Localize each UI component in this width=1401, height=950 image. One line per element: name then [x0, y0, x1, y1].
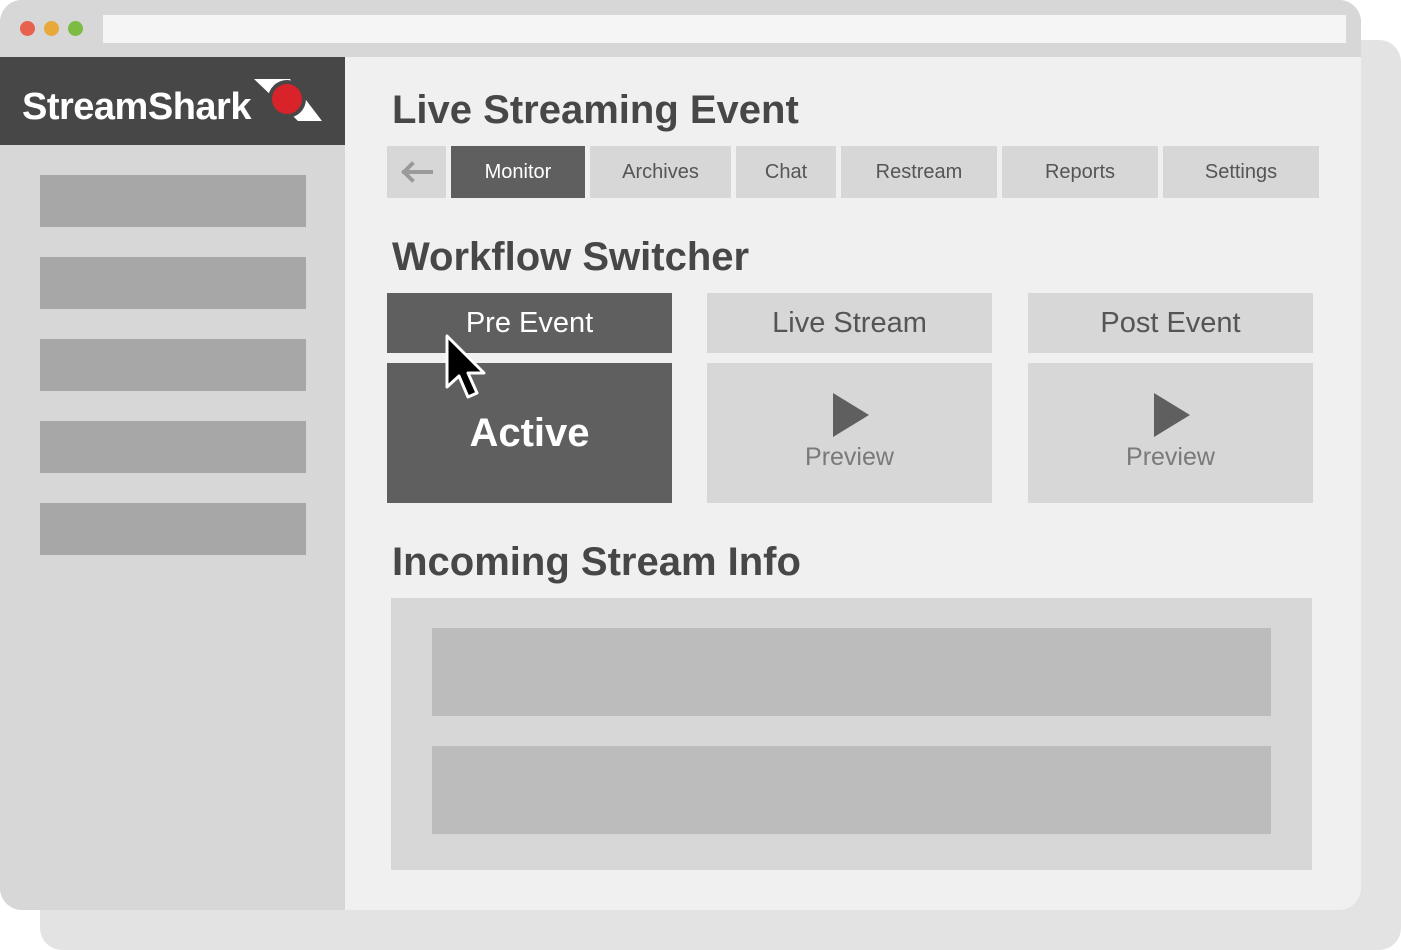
sidebar-item-5[interactable] — [40, 503, 306, 555]
tab-label: Chat — [764, 160, 808, 183]
browser-window: StreamShark Live Streaming Event Monitor… — [0, 0, 1361, 910]
info-row-2 — [432, 746, 1271, 834]
sidebar-item-3[interactable] — [40, 339, 306, 391]
back-button[interactable] — [387, 146, 446, 198]
workflow-pre-event-panel[interactable]: Active — [387, 363, 672, 503]
main-content: Live Streaming Event Monitor Archives Ch… — [345, 57, 1361, 910]
workflow-stage-label: Live Stream — [772, 306, 927, 339]
workflow-live-stream-button[interactable]: Live Stream — [707, 293, 992, 353]
play-icon — [1154, 393, 1190, 437]
minimize-window-dot[interactable] — [44, 21, 59, 36]
workflow-switcher-title: Workflow Switcher — [392, 235, 750, 279]
window-titlebar — [0, 0, 1361, 57]
info-row-1 — [432, 628, 1271, 716]
tab-restream[interactable]: Restream — [841, 146, 997, 198]
tab-label: Settings — [1204, 160, 1278, 183]
shark-fin-record-icon — [254, 79, 322, 121]
workflow-post-event-button[interactable]: Post Event — [1028, 293, 1313, 353]
page-title: Live Streaming Event — [392, 88, 799, 132]
tab-label: Reports — [1044, 160, 1116, 183]
brand-name: StreamShark — [22, 86, 251, 128]
arrow-left-icon — [400, 161, 433, 183]
incoming-stream-info-title: Incoming Stream Info — [392, 540, 801, 584]
mouse-pointer-icon — [445, 334, 486, 399]
close-window-dot[interactable] — [20, 21, 35, 36]
tab-reports[interactable]: Reports — [1002, 146, 1158, 198]
tab-monitor[interactable]: Monitor — [451, 146, 585, 198]
sidebar-item-4[interactable] — [40, 421, 306, 473]
tab-label: Monitor — [484, 160, 552, 183]
tab-label: Archives — [622, 160, 699, 183]
incoming-stream-info-panel — [391, 598, 1312, 870]
maximize-window-dot[interactable] — [68, 21, 83, 36]
workflow-stage-label: Post Event — [1100, 306, 1241, 339]
address-bar[interactable] — [103, 15, 1346, 43]
workflow-post-event-preview[interactable]: Preview — [1028, 363, 1313, 503]
sidebar: StreamShark — [0, 57, 345, 910]
brand-header: StreamShark — [0, 57, 345, 145]
tab-settings[interactable]: Settings — [1163, 146, 1319, 198]
play-icon — [833, 393, 869, 437]
preview-label: Preview — [805, 443, 894, 471]
tab-archives[interactable]: Archives — [590, 146, 731, 198]
preview-label: Preview — [1126, 443, 1215, 471]
sidebar-item-2[interactable] — [40, 257, 306, 309]
workflow-pre-event-button[interactable]: Pre Event — [387, 293, 672, 353]
tab-chat[interactable]: Chat — [736, 146, 836, 198]
tab-label: Restream — [875, 160, 963, 183]
active-status-label: Active — [469, 411, 590, 455]
workflow-live-stream-preview[interactable]: Preview — [707, 363, 992, 503]
sidebar-item-1[interactable] — [40, 175, 306, 227]
